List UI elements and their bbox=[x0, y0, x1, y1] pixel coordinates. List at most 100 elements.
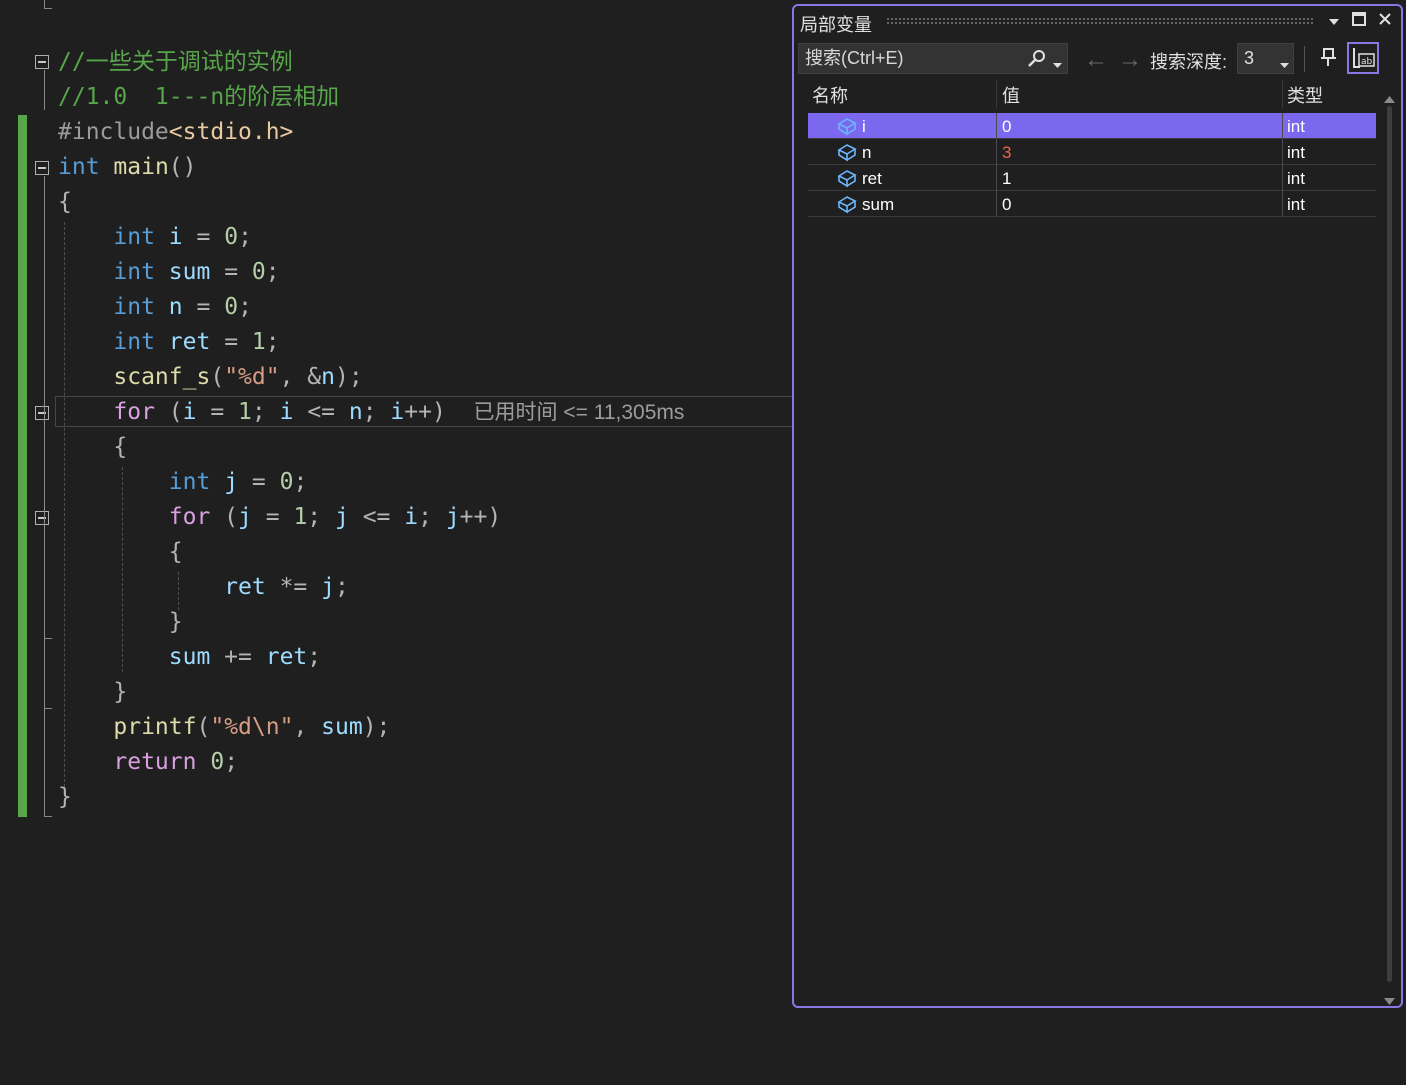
close-icon[interactable] bbox=[1375, 12, 1395, 32]
code-line[interactable]: int j = 0; bbox=[58, 465, 308, 500]
variable-value[interactable]: 3 bbox=[1002, 143, 1011, 163]
fold-toggle-comment[interactable] bbox=[35, 55, 49, 69]
locals-window[interactable]: 局部变量 ← → 搜索深度: 3 ab 名称 值 类型 bbox=[792, 4, 1403, 1008]
variable-name: sum bbox=[862, 195, 895, 214]
variable-value[interactable]: 0 bbox=[1002, 117, 1011, 137]
column-header-type[interactable]: 类型 bbox=[1287, 82, 1323, 108]
code-token: n bbox=[348, 399, 363, 425]
search-depth-value: 3 bbox=[1244, 48, 1255, 68]
code-token: ; bbox=[224, 749, 239, 775]
variable-value[interactable]: 0 bbox=[1002, 195, 1011, 215]
code-line[interactable]: ret *= j; bbox=[58, 570, 349, 605]
code-token: "%d" bbox=[224, 364, 280, 390]
column-header-name[interactable]: 名称 bbox=[812, 82, 848, 108]
code-token: += bbox=[210, 644, 266, 670]
code-token: { bbox=[58, 539, 183, 565]
chevron-down-icon[interactable] bbox=[1053, 56, 1062, 74]
scroll-track[interactable] bbox=[1387, 106, 1392, 982]
search-icon[interactable] bbox=[1027, 49, 1047, 74]
pin-icon[interactable] bbox=[1316, 46, 1338, 73]
search-input[interactable] bbox=[805, 44, 1015, 73]
code-line[interactable]: int sum = 0; bbox=[58, 255, 279, 290]
code-token: 1 bbox=[293, 504, 308, 530]
code-token: 1 bbox=[238, 399, 252, 425]
code-line[interactable]: scanf_s("%d", &n); bbox=[58, 360, 362, 395]
local-variable-row[interactable]: n 3 int bbox=[808, 139, 1376, 165]
code-token: ( bbox=[210, 364, 225, 390]
fold-toggle-outer-for[interactable] bbox=[35, 406, 49, 420]
code-token: *= bbox=[265, 574, 322, 600]
code-token: ; bbox=[238, 294, 252, 320]
code-token: for bbox=[113, 399, 155, 425]
code-token: ; bbox=[307, 644, 322, 670]
code-token: { bbox=[58, 189, 72, 215]
code-line[interactable]: { bbox=[58, 535, 183, 570]
code-line[interactable]: printf("%d\n", sum); bbox=[58, 710, 390, 745]
column-separator[interactable] bbox=[996, 80, 997, 108]
code-editor[interactable]: //一些关于调试的实例 //1.0 1---n的阶层相加 #include<stdi… bbox=[0, 0, 792, 1085]
code-token: { bbox=[58, 434, 128, 460]
code-line[interactable]: sum += ret; bbox=[58, 640, 321, 675]
cell-separator bbox=[996, 165, 997, 191]
code-token: ); bbox=[362, 714, 391, 740]
code-line[interactable]: { bbox=[58, 185, 72, 220]
code-line[interactable]: } bbox=[58, 675, 127, 710]
search-depth-select[interactable]: 3 bbox=[1237, 43, 1294, 74]
code-token: sum bbox=[321, 714, 363, 740]
code-token: , bbox=[293, 714, 322, 740]
code-line[interactable]: } bbox=[58, 780, 72, 815]
back-arrow-icon[interactable]: ← bbox=[1084, 46, 1108, 74]
outline-line bbox=[44, 0, 45, 8]
fold-toggle-main[interactable] bbox=[35, 161, 49, 175]
code-line[interactable]: return 0; bbox=[58, 745, 238, 780]
column-header-value[interactable]: 值 bbox=[1002, 82, 1020, 108]
code-token: int bbox=[113, 329, 155, 355]
code-token: //1.0 1---n的阶层相加 bbox=[58, 84, 340, 110]
code-token: i bbox=[279, 399, 294, 425]
code-line[interactable]: #include<stdio.h> bbox=[58, 115, 293, 150]
chevron-down-icon[interactable] bbox=[1324, 12, 1344, 32]
code-line[interactable]: int i = 0; bbox=[58, 220, 252, 255]
code-token: ; bbox=[265, 329, 280, 355]
code-token: i bbox=[404, 504, 419, 530]
title-grip[interactable] bbox=[886, 17, 1314, 24]
code-token: j bbox=[238, 504, 252, 530]
search-box[interactable] bbox=[798, 43, 1068, 74]
code-token: int bbox=[113, 224, 155, 250]
code-line[interactable]: int n = 0; bbox=[58, 290, 252, 325]
code-token: } bbox=[58, 609, 183, 635]
code-line[interactable]: //1.0 1---n的阶层相加 bbox=[58, 80, 339, 115]
variable-name: n bbox=[862, 143, 872, 162]
scroll-down-icon[interactable] bbox=[1384, 992, 1395, 1010]
code-token: 1 bbox=[251, 329, 266, 355]
code-token: return bbox=[113, 749, 197, 775]
column-separator[interactable] bbox=[1282, 80, 1283, 108]
local-variable-row[interactable]: ret 1 int bbox=[808, 165, 1376, 191]
code-line[interactable]: for (j = 1; j <= i; j++) bbox=[58, 500, 501, 535]
code-line[interactable]: for (i = 1; i <= n; i++) 已用时间 <= 11,305m… bbox=[58, 395, 684, 430]
local-variable-row[interactable]: i 0 int bbox=[808, 113, 1376, 139]
code-token: 0 bbox=[224, 294, 239, 320]
code-token: i bbox=[182, 399, 197, 425]
code-line[interactable]: } bbox=[58, 605, 183, 640]
hex-display-icon[interactable]: ab bbox=[1347, 42, 1379, 74]
code-token: ret bbox=[265, 644, 308, 670]
code-token: = bbox=[210, 329, 252, 355]
code-line[interactable]: { bbox=[58, 430, 127, 465]
local-variable-row[interactable]: sum 0 int bbox=[808, 191, 1376, 217]
code-line[interactable]: int ret = 1; bbox=[58, 325, 280, 360]
code-line[interactable]: int main() bbox=[58, 150, 197, 185]
variable-value[interactable]: 1 bbox=[1002, 169, 1011, 189]
fold-toggle-inner-for[interactable] bbox=[35, 511, 49, 525]
outline-line bbox=[44, 816, 52, 817]
code-line[interactable]: //一些关于调试的实例 bbox=[58, 45, 293, 80]
maximize-icon[interactable] bbox=[1349, 12, 1369, 32]
forward-arrow-icon[interactable]: → bbox=[1118, 46, 1142, 74]
vertical-scrollbar[interactable] bbox=[1383, 86, 1395, 1005]
